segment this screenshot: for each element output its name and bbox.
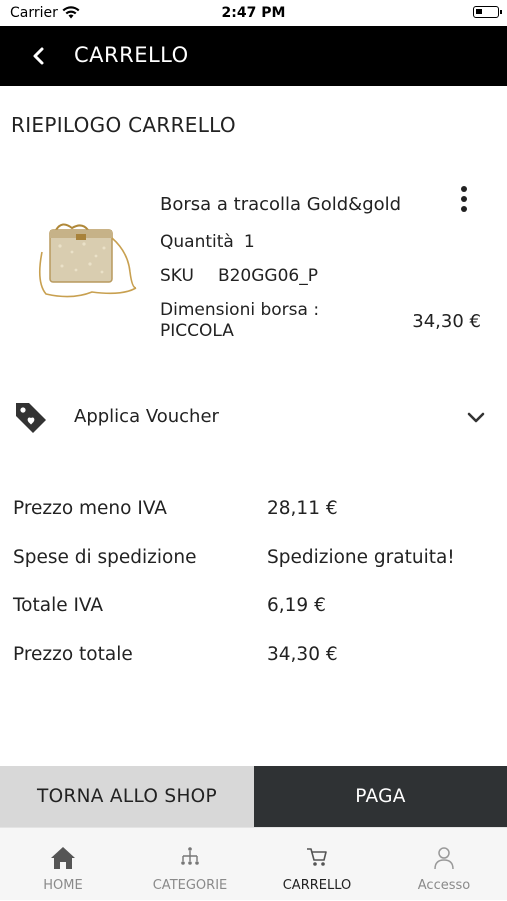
summary-row: Totale IVA 6,19 € bbox=[0, 595, 507, 625]
user-icon bbox=[381, 846, 507, 872]
product-image[interactable] bbox=[32, 222, 144, 302]
product-name: Borsa a tracolla Gold&gold bbox=[160, 194, 402, 215]
status-time: 2:47 PM bbox=[221, 5, 286, 21]
summary-row: Prezzo meno IVA 28,11 € bbox=[0, 498, 507, 528]
battery-icon bbox=[473, 6, 502, 18]
summary-value: 34,30 € bbox=[267, 644, 338, 665]
tab-label: Accesso bbox=[417, 878, 471, 893]
more-options-button[interactable] bbox=[452, 184, 476, 214]
sku-label: SKU bbox=[160, 266, 194, 286]
tab-label: CARRELLO bbox=[282, 878, 352, 893]
tab-account[interactable]: Accesso bbox=[381, 828, 507, 901]
more-vertical-icon bbox=[461, 186, 467, 212]
back-button[interactable] bbox=[26, 42, 54, 70]
tab-categories[interactable]: CATEGORIE bbox=[127, 828, 253, 901]
product-quantity: Quantità 1 bbox=[160, 232, 255, 252]
categories-icon bbox=[127, 846, 253, 872]
tag-icon bbox=[14, 400, 48, 434]
page-title: CARRELLO bbox=[74, 43, 189, 67]
back-to-shop-button[interactable]: TORNA ALLO SHOP bbox=[0, 766, 254, 827]
voucher-label: Applica Voucher bbox=[74, 406, 219, 427]
summary-row: Prezzo totale 34,30 € bbox=[0, 644, 507, 674]
nav-bar: CARRELLO bbox=[0, 26, 507, 86]
chevron-left-icon bbox=[33, 47, 44, 65]
summary-label: Prezzo totale bbox=[13, 644, 133, 665]
cart-item: Borsa a tracolla Gold&gold Quantità 1 SKU… bbox=[0, 170, 507, 360]
summary-value: 28,11 € bbox=[267, 498, 338, 519]
cart-summary-title: RIEPILOGO CARRELLO bbox=[11, 113, 236, 137]
summary-label: Prezzo meno IVA bbox=[13, 498, 167, 519]
summary-label: Spese di spedizione bbox=[13, 547, 197, 568]
tab-bar: HOME CATEGORIE CARRELLO Accesso bbox=[0, 827, 507, 900]
apply-voucher-row[interactable]: Applica Voucher bbox=[0, 390, 507, 446]
summary-label: Totale IVA bbox=[13, 595, 104, 616]
quantity-label: Quantità bbox=[160, 232, 234, 252]
pay-button[interactable]: PAGA bbox=[254, 766, 507, 827]
tab-cart[interactable]: CARRELLO bbox=[254, 828, 380, 901]
tab-label: CATEGORIE bbox=[152, 878, 228, 893]
product-sku: SKU B20GG06_P bbox=[160, 266, 318, 286]
product-price: 34,30 € bbox=[412, 311, 481, 332]
quantity-value: 1 bbox=[243, 232, 255, 252]
sku-value: B20GG06_P bbox=[217, 266, 318, 286]
tab-home[interactable]: HOME bbox=[0, 828, 126, 901]
chevron-down-icon[interactable] bbox=[464, 406, 488, 430]
summary-value: Spedizione gratuita! bbox=[267, 547, 455, 568]
status-bar: Carrier 2:47 PM bbox=[0, 0, 507, 26]
product-dimension: Dimensioni borsa : PICCOLA bbox=[160, 300, 320, 341]
summary-value: 6,19 € bbox=[267, 595, 326, 616]
cart-icon bbox=[254, 846, 380, 872]
home-icon bbox=[0, 846, 126, 872]
tab-label: HOME bbox=[43, 878, 83, 893]
summary-row: Spese di spedizione Spedizione gratuita! bbox=[0, 547, 507, 577]
cart-actions: TORNA ALLO SHOP PAGA bbox=[0, 766, 507, 827]
